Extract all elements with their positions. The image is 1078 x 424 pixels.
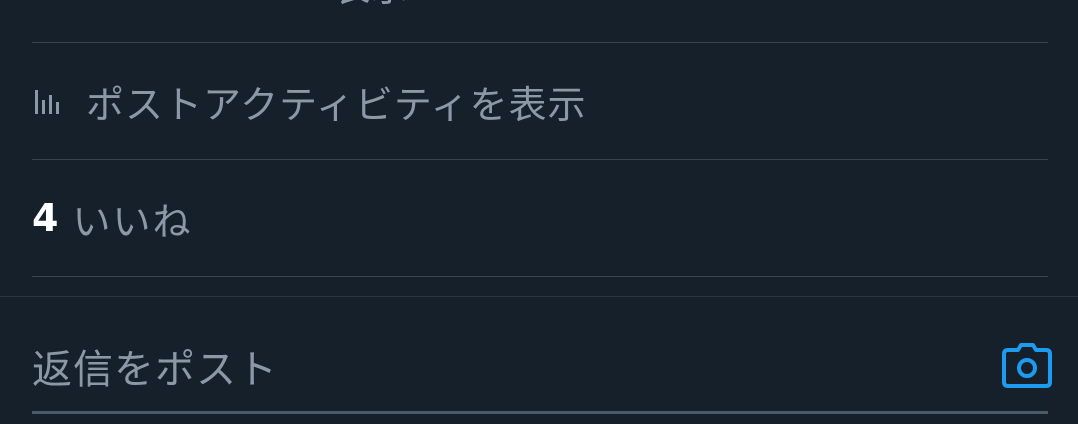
clipped-previous-row: ー ー ー ー ー ー 表示 (32, 0, 408, 10)
reply-input[interactable]: 返信をポスト (32, 337, 278, 395)
section-separator (0, 296, 1078, 297)
view-post-activity-button[interactable]: ポストアクティビティを表示 (32, 43, 1048, 159)
reply-composer: 返信をポスト (32, 320, 1052, 412)
bar-chart-icon (32, 86, 62, 116)
view-post-activity-label: ポストアクティビティを表示 (86, 82, 587, 127)
likes-link[interactable]: 4 いいね (32, 160, 1048, 276)
likes-label: いいね (72, 199, 193, 244)
camera-icon[interactable] (1000, 342, 1054, 390)
clipped-row-text: ー ー ー ー ー ー 表示 (32, 0, 408, 10)
reply-input-underline (32, 411, 1048, 414)
divider (32, 276, 1048, 277)
likes-count: 4 (32, 196, 59, 240)
